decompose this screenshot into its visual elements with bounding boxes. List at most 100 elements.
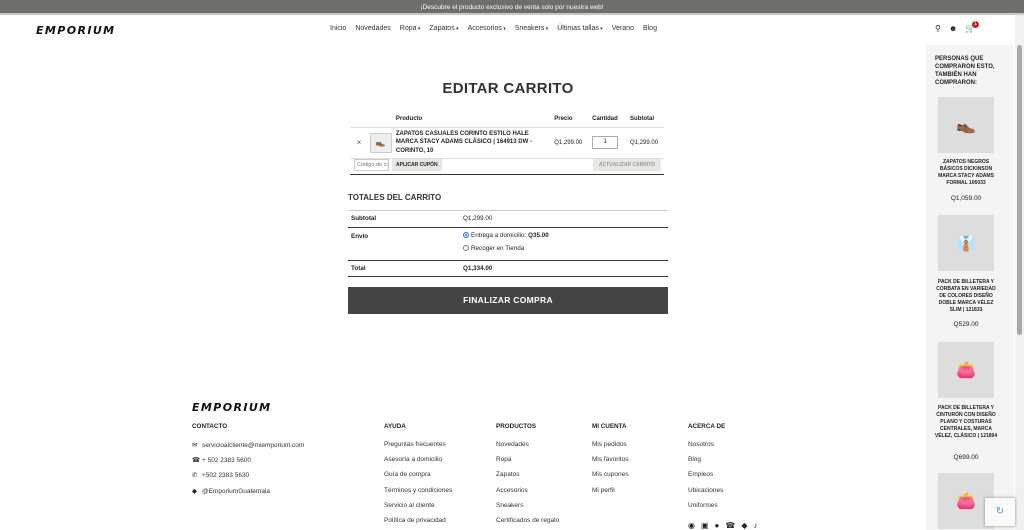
- contact-email-text: servicioalcliente@miemporium.com: [202, 442, 305, 449]
- recaptcha-badge[interactable]: ↻: [985, 498, 1015, 526]
- email-icon: ✉: [192, 442, 198, 449]
- whatsapp-icon: ✆: [192, 472, 198, 480]
- footer-logo[interactable]: EMPORIUM: [192, 401, 272, 414]
- product-image[interactable]: 👛: [938, 342, 994, 398]
- footer-link[interactable]: Política de privacidad: [384, 517, 452, 530]
- scrollbar-thumb[interactable]: [1017, 45, 1022, 335]
- tiktok-icon[interactable]: ♪: [754, 521, 758, 530]
- search-icon[interactable]: ⚲: [935, 24, 941, 33]
- footer-link[interactable]: Asesoría a domicilio: [384, 456, 452, 471]
- product-thumbnail[interactable]: 👞: [367, 127, 394, 159]
- coupon-row: Código de cupón APLICAR CUPÓN ACTUALIZAR…: [350, 156, 664, 175]
- footer-link[interactable]: Ubicaciones: [688, 487, 725, 502]
- site-header: EMPORIUM Inicio Novedades Ropa Zapatos A…: [0, 15, 1024, 45]
- footer-about-title: ACERCA DE: [688, 423, 726, 430]
- footer-link[interactable]: Zapatos: [496, 471, 559, 486]
- radio-delivery[interactable]: [463, 232, 469, 238]
- footer-link[interactable]: Mi perfil: [592, 487, 629, 502]
- messenger-icon[interactable]: ◆: [741, 521, 747, 530]
- footer-link[interactable]: Nosotros: [688, 441, 725, 456]
- facebook-icon[interactable]: ◉: [688, 521, 695, 530]
- col-remove: [350, 112, 368, 128]
- contact-phone[interactable]: ☎ + 502 2383 5600: [192, 456, 304, 471]
- main-nav: Inicio Novedades Ropa Zapatos Accesorios…: [330, 25, 657, 32]
- footer-link[interactable]: Servicio al cliente: [384, 502, 452, 517]
- contact-whatsapp-text: +502 2383 5630: [202, 472, 250, 480]
- footer-contact-column: CONTACTO ✉ servicioalcliente@miemporium.c…: [192, 423, 304, 502]
- update-cart-button[interactable]: ACTUALIZAR CARRITO: [593, 159, 661, 171]
- delivery-label: Entrega a domicilio:: [471, 232, 529, 239]
- sidebar-product-price: Q1,059.00: [950, 195, 982, 202]
- page-title: EDITAR CARRITO: [442, 80, 574, 97]
- footer-link[interactable]: Novedades: [496, 441, 559, 456]
- contact-email[interactable]: ✉ servicioalcliente@miemporium.com: [192, 441, 304, 456]
- cart-totals-title: TOTALES DEL CARRITO: [348, 193, 442, 202]
- nav-item-inicio[interactable]: Inicio: [330, 25, 346, 32]
- footer-link[interactable]: Sneakers: [496, 502, 559, 517]
- page-scrollbar[interactable]: [1015, 15, 1024, 530]
- footer-link[interactable]: Ropa: [496, 456, 559, 471]
- nav-item-ropa[interactable]: Ropa: [400, 25, 421, 32]
- shipping-row: Envío Entrega a domicilio: Q35.00 Recoge…: [348, 227, 668, 260]
- total-value: Q1,334.00: [463, 265, 493, 272]
- footer-link[interactable]: Mis pedidos: [592, 441, 629, 456]
- col-quantity: Cantidad: [590, 112, 629, 128]
- footer-link[interactable]: Certificados de regalo: [496, 517, 559, 530]
- product-price: Q1,299.00: [552, 127, 591, 159]
- shipping-option-pickup[interactable]: Recoger en Tienda: [463, 245, 524, 252]
- footer-link[interactable]: Preguntas frecuentes: [384, 441, 452, 456]
- shipping-label: Envío: [351, 233, 369, 240]
- subtotal-row: Subtotal Q1,299.00: [348, 210, 668, 227]
- nav-item-accesorios[interactable]: Accesorios: [468, 25, 506, 32]
- cart-table-header: Producto Precio Cantidad Subtotal: [350, 112, 664, 128]
- contact-messenger-text: @EmporiumGuatemala: [202, 487, 271, 495]
- footer-link[interactable]: Blog: [688, 456, 725, 471]
- table-row: × 👞 ZAPATOS CASUALES CORINTO ESTILO HALE…: [350, 127, 664, 159]
- quantity-input[interactable]: 1: [592, 136, 619, 150]
- footer-help-column: AYUDA Preguntas frecuentes Asesoría a do…: [384, 423, 452, 530]
- contact-whatsapp[interactable]: ✆ +502 2383 5630: [192, 471, 304, 486]
- sidebar-product-name[interactable]: PACK DE BILLETERA Y CORBATA EN VARIEDAD …: [934, 279, 998, 314]
- subtotal-value: Q1,299.00: [463, 215, 493, 222]
- sidebar-product-name[interactable]: PACK DE BILLETERA Y CINTURÓN CON DISEÑO …: [934, 405, 998, 440]
- instagram-icon[interactable]: ▣: [701, 521, 709, 530]
- nav-item-blog[interactable]: Blog: [643, 25, 657, 32]
- whatsapp-icon[interactable]: ☎: [725, 521, 735, 530]
- nav-item-zapatos[interactable]: Zapatos: [429, 25, 458, 32]
- shoe-icon: 👞: [369, 132, 392, 153]
- shipping-option-delivery[interactable]: Entrega a domicilio: Q35.00: [463, 232, 549, 239]
- footer-link[interactable]: Empleos: [688, 471, 725, 486]
- radio-pickup[interactable]: [463, 245, 469, 251]
- recommendations-sidebar: PERSONAS QUE COMPRARON ESTO, TAMBIÉN HAN…: [926, 45, 1014, 530]
- subtotal-label: Subtotal: [351, 215, 377, 222]
- announcement-bar: ¡Descubre el producto exclusivo de venta…: [0, 0, 1024, 15]
- checkout-button[interactable]: FINALIZAR COMPRA: [348, 287, 668, 314]
- user-icon[interactable]: ☻: [949, 24, 957, 33]
- total-row: Total Q1,334.00: [348, 260, 668, 277]
- quantity-cell: 1: [590, 127, 629, 159]
- product-image[interactable]: 👞: [938, 97, 994, 153]
- apply-coupon-button[interactable]: APLICAR CUPÓN: [392, 159, 442, 171]
- nav-item-verano[interactable]: Verano: [612, 25, 634, 32]
- product-image[interactable]: 👔: [938, 215, 994, 271]
- footer-account-column: MI CUENTA Mis pedidos Mis favoritos Mis …: [592, 423, 629, 502]
- footer-link[interactable]: Términos y condiciones: [384, 487, 452, 502]
- nav-item-sneakers[interactable]: Sneakers: [515, 25, 548, 32]
- cart-count-badge: 1: [972, 21, 979, 28]
- contact-messenger[interactable]: ◆ @EmporiumGuatemala: [192, 487, 304, 502]
- remove-item-button[interactable]: ×: [350, 127, 368, 159]
- footer-link[interactable]: Uniformes: [688, 502, 725, 517]
- footer-link[interactable]: Mis favoritos: [592, 456, 629, 471]
- sidebar-product-name[interactable]: ZAPATOS NEGROS BÁSICOS DICKINSON MARCA S…: [934, 159, 998, 187]
- sidebar-product-price: Q529.00: [953, 321, 979, 328]
- nav-item-ultimas-tallas[interactable]: Últimas tallas: [557, 25, 603, 32]
- footer-link[interactable]: Accesorios: [496, 487, 559, 502]
- site-logo[interactable]: EMPORIUM: [36, 24, 116, 37]
- product-name-link[interactable]: ZAPATOS CASUALES CORINTO ESTILO HALE MAR…: [393, 127, 553, 159]
- footer-link[interactable]: Mis cupones: [592, 471, 629, 486]
- coupon-input[interactable]: Código de cupón: [354, 159, 389, 171]
- nav-item-novedades[interactable]: Novedades: [355, 25, 390, 32]
- pinterest-icon[interactable]: ●: [715, 521, 720, 530]
- footer-about-column: ACERCA DE Nosotros Blog Empleos Ubicacio…: [688, 423, 725, 517]
- footer-link[interactable]: Guía de compra: [384, 471, 452, 486]
